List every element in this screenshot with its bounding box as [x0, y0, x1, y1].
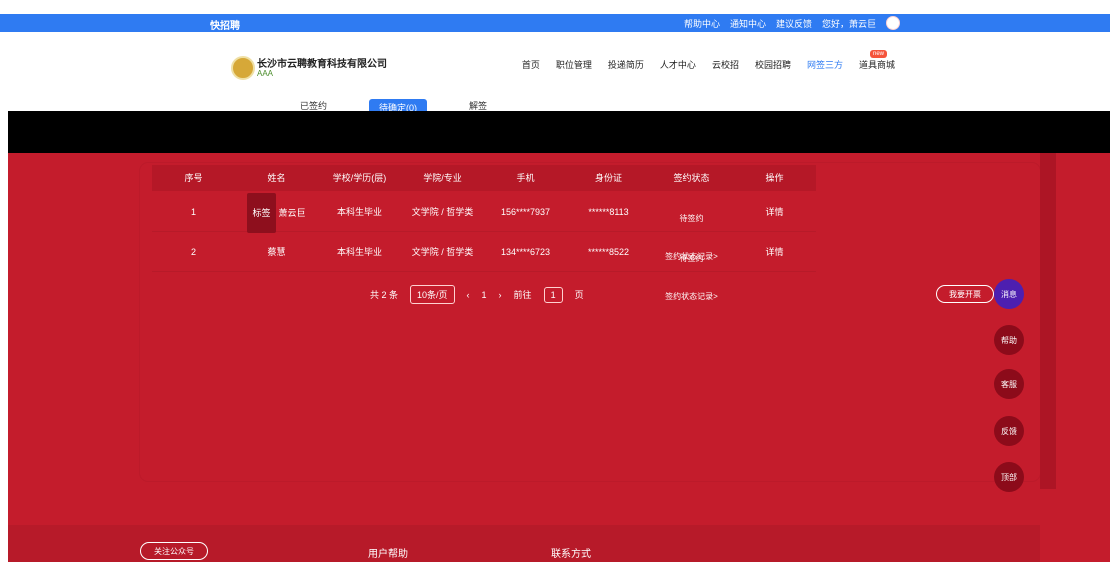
greeting[interactable]: 您好，萧云巨 — [822, 17, 876, 30]
name-text: 萧云巨 — [278, 208, 306, 218]
col-index: 序号 — [184, 173, 203, 183]
row-phone: 134****6723 — [500, 247, 551, 257]
occlusion-band — [8, 111, 1110, 153]
status-log-link[interactable]: 签约状态记录> — [650, 278, 733, 316]
header: 长沙市云聘教育科技有限公司 AAA new 首页 职位管理 投递简历 人才中心 … — [213, 44, 903, 96]
goto-label: 前往 — [513, 290, 532, 300]
new-badge: new — [869, 50, 887, 58]
nav-campus[interactable]: 校园招聘 — [755, 58, 791, 71]
footer-help-title: 用户帮助 — [368, 549, 408, 560]
current-page[interactable]: 1 — [482, 290, 487, 300]
top-links: 帮助中心 通知中心 建议反馈 您好，萧云巨 — [684, 16, 900, 30]
row-idcard: ******8522 — [587, 247, 630, 257]
nav-store[interactable]: 道具商城 — [859, 58, 895, 71]
table-header: 序号 姓名 学校/学历(层) 学院/专业 手机 身份证 签约状态 操作 — [152, 165, 816, 191]
notification-link[interactable]: 通知中心 — [730, 17, 766, 30]
open-invoice-button[interactable]: 我要开票 — [936, 285, 994, 303]
row-name: 标签 萧云巨 — [235, 193, 318, 233]
col-idcard: 身份证 — [594, 173, 622, 183]
col-school: 学校/学历(层) — [332, 173, 387, 183]
col-action: 操作 — [765, 173, 784, 183]
top-button[interactable]: 顶部 — [994, 462, 1024, 492]
chat-button[interactable]: 客服 — [994, 369, 1024, 399]
main-nav: 首页 职位管理 投递简历 人才中心 云校招 校园招聘 网签三方 道具商城 — [522, 58, 895, 71]
company-name: 长沙市云聘教育科技有限公司 — [257, 59, 387, 70]
row-idcard: ******8113 — [588, 207, 629, 217]
avatar[interactable] — [886, 16, 900, 30]
col-phone: 手机 — [516, 173, 535, 183]
status-text: 待签约 — [679, 254, 704, 263]
nav-resumes[interactable]: 投递简历 — [608, 58, 644, 71]
right-scroll-track — [1040, 153, 1056, 489]
feedback-button[interactable]: 反馈 — [994, 416, 1024, 446]
credit-badge: AAA — [257, 69, 274, 78]
col-status: 签约状态 — [673, 173, 710, 183]
row-phone: 156****7937 — [500, 207, 551, 217]
row-index: 1 — [190, 207, 196, 217]
help-button[interactable]: 帮助 — [994, 325, 1024, 355]
row-edu: 本科生毕业 — [336, 247, 382, 257]
top-bar: 快招聘 帮助中心 通知中心 建议反馈 您好，萧云巨 — [0, 14, 1110, 32]
prev-page-icon[interactable]: ‹ — [467, 290, 470, 300]
pagination: 共 2 条 10条/页 ‹ 1 › 前往 1 页 — [370, 285, 584, 304]
nav-jobs[interactable]: 职位管理 — [556, 58, 592, 71]
next-page-icon[interactable]: › — [499, 290, 502, 300]
col-name: 姓名 — [267, 173, 286, 183]
message-button[interactable]: 消息 — [994, 279, 1024, 309]
footer-contact-title: 联系方式 — [551, 549, 591, 560]
nav-home[interactable]: 首页 — [522, 58, 540, 71]
row-status: 待签约 签约状态记录> — [650, 193, 733, 261]
footer: 关注公众号 用户帮助 联系方式 — [8, 525, 1040, 562]
row-status: 待签约 签约状态记录> — [650, 233, 733, 301]
table-row: 1 标签 萧云巨 本科生毕业 文学院 / 哲学类 156****7937 ****… — [152, 193, 816, 261]
help-center-link[interactable]: 帮助中心 — [684, 17, 720, 30]
site-logo[interactable]: 快招聘 — [210, 17, 240, 32]
nav-sign[interactable]: 网签三方 — [807, 58, 843, 71]
row-major: 文学院 / 哲学类 — [411, 247, 474, 257]
goto-input[interactable]: 1 — [543, 286, 563, 303]
nav-talent[interactable]: 人才中心 — [660, 58, 696, 71]
row-index: 2 — [190, 247, 196, 257]
page-unit: 页 — [574, 290, 584, 300]
detail-link[interactable]: 详情 — [733, 193, 816, 231]
row-name: 蔡慧 — [267, 247, 286, 257]
follow-official-button[interactable]: 关注公众号 — [140, 542, 208, 560]
nav-cloud[interactable]: 云校招 — [712, 58, 739, 71]
row-major: 文学院 / 哲学类 — [411, 207, 474, 217]
detail-link[interactable]: 详情 — [733, 233, 816, 271]
feedback-link[interactable]: 建议反馈 — [776, 17, 812, 30]
page-size-select[interactable]: 10条/页 — [410, 285, 455, 304]
name-tag: 标签 — [247, 193, 276, 233]
row-edu: 本科生毕业 — [336, 207, 382, 217]
total-count: 共 2 条 — [370, 290, 399, 300]
table-row: 2 蔡慧 本科生毕业 文学院 / 哲学类 134****6723 ******8… — [152, 233, 816, 301]
col-major: 学院/专业 — [423, 173, 462, 183]
company-logo — [231, 56, 255, 80]
